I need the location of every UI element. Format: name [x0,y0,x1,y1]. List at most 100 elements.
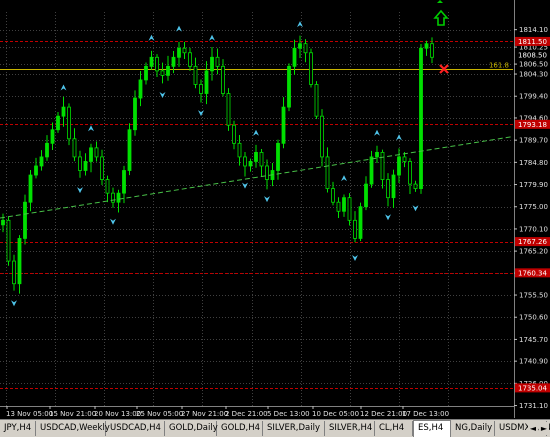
candle-body [149,56,154,67]
candle-body [50,129,55,144]
time-tick-label: 27 Nov 21:00 [181,410,228,418]
price-tick-label: 1755.50 [519,292,548,300]
price-tick-label: 1745.70 [519,336,548,344]
candle-body [215,56,220,67]
tab-scroll-right-icon[interactable]: ► [539,422,549,435]
candle-body [78,156,82,171]
candle-body [331,188,335,203]
candle-body [380,151,385,180]
fib-label: 161.8 [489,62,509,70]
candle-body [358,206,363,239]
symbol-tab[interactable]: SILVER,Daily [263,421,325,436]
candle-body [259,151,264,167]
symbol-tab[interactable]: JPY,H4 [0,421,36,436]
symbol-tab[interactable]: USDCAD,Weekly [36,421,110,436]
candle-body [39,156,44,167]
candle-body [386,179,390,199]
price-tick-label: 1731.10 [519,402,548,410]
candle-body [23,201,27,239]
candle-body [182,47,187,54]
symbol-tab-bar: JPY,H4 USDCAD,Weekly USDCAD,H4 GOLD,Daily GO… [0,419,550,437]
candle-body [56,115,60,131]
price-chart[interactable]: 161.8 1814.101810.251806.501804.301799.4… [0,0,550,437]
candle-body [424,43,429,49]
candle-body [353,219,357,239]
symbol-tab[interactable]: USDCAD,H4 [106,421,165,436]
candle-body [210,56,214,72]
symbol-tab[interactable]: ES,H4 [413,420,451,437]
candle-body [232,124,236,144]
price-tick-label: 1765.20 [519,248,548,256]
candle-body [402,156,407,162]
candle-body [100,156,104,180]
candle-body [265,165,269,180]
candle-body [254,151,258,162]
candle-body [364,183,368,208]
symbol-tab[interactable]: SILVER,H4 [325,421,375,436]
candle-body [419,47,423,190]
candle-body [276,142,280,171]
candle-body [133,97,137,131]
symbol-tab[interactable]: NG,Daily [451,421,495,436]
candle-body [188,52,192,67]
candle-body [12,260,16,285]
level-price-label: 1793.18 [518,121,547,129]
candle-body [111,192,115,203]
price-tick-label: 1799.40 [519,93,548,101]
candle-body [292,47,297,67]
time-tick-label: 2 Dec 21:00 [225,410,268,418]
candle-body [325,156,330,190]
candle-body [347,197,352,221]
candle-body [193,65,198,85]
level-price-label: 1767.26 [518,238,547,246]
time-tick-label: 5 Dec 13:00 [267,410,310,418]
time-tick-label: 10 Dec 05:00 [312,410,359,418]
candle-body [1,219,5,226]
candle-body [122,170,126,194]
candle-body [45,142,49,158]
time-tick-label: 20 Nov 13:00 [94,410,141,418]
candle-body [375,151,379,158]
candle-body [155,56,159,72]
candle-body [221,65,225,94]
candle-body [171,56,176,67]
candle-body [105,179,110,194]
candle-body [28,174,33,203]
candle-body [336,201,341,212]
candle-body [303,43,308,54]
time-tick-label: 25 Nov 05:00 [136,410,183,418]
candle-body [61,106,66,117]
tab-scroll-left-icon[interactable]: ◄ [528,422,538,435]
chart-background [0,0,550,437]
time-tick-label: 13 Nov 05:00 [6,410,53,418]
candle-body [89,147,93,162]
candle-body [6,219,11,262]
price-tick-label: 1784.80 [519,159,548,167]
level-price-label: 1735.04 [518,384,547,392]
candle-body [160,70,165,76]
candle-body [34,165,38,176]
candle-body [166,65,170,76]
time-tick-label: 12 Dec 21:00 [360,410,407,418]
candle-body [67,106,71,140]
price-tick-label: 1779.90 [519,181,548,189]
level-price-label: 1811.50 [518,38,547,46]
candle-body [17,238,22,285]
candle-body [94,147,99,158]
price-tick-label: 1789.70 [519,137,548,145]
candle-body [177,47,181,58]
time-tick-label: 15 Nov 21:00 [49,410,96,418]
candle-body [248,161,253,167]
candle-body [413,183,418,190]
symbol-tab[interactable]: GOLD,Daily [165,421,218,436]
candle-body [430,43,434,58]
price-tick-label: 1740.90 [519,358,548,366]
candle-body [342,197,346,212]
candle-body [287,65,291,108]
price-tick-label: 1775.00 [519,203,548,211]
candle-body [72,138,77,158]
candle-body [320,115,324,158]
symbol-tab[interactable]: GOLD,H4 [217,421,263,436]
symbol-tab[interactable]: CL,H4 [375,421,413,436]
candle-body [83,161,88,171]
